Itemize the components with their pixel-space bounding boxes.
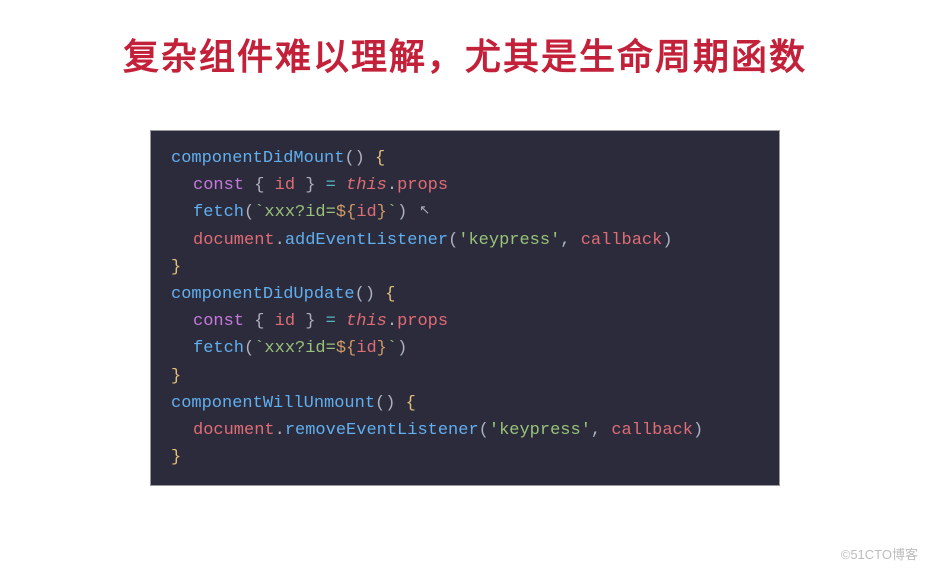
backtick: ` [387,339,397,358]
method-name: componentWillUnmount [171,394,375,413]
variable: callback [611,421,693,440]
brace: } [171,258,181,277]
code-line: const { id } = this.props [171,172,759,199]
text: } [295,312,326,331]
code-line: fetch(`xxx?id=${id}`)↖ [171,199,759,226]
brace: { [406,394,416,413]
string: 'keypress' [489,421,591,440]
comma: , [591,421,611,440]
backtick: ` [387,203,397,222]
fn-call: fetch [193,339,244,358]
code-line: } [171,254,759,281]
code-snippet: componentDidMount() { const { id } = thi… [150,130,780,486]
paren: ( [244,203,254,222]
interp: ${ [336,203,356,222]
dot: . [275,421,285,440]
property: props [397,176,448,195]
variable: id [356,203,376,222]
code-line: document.addEventListener('keypress', ca… [171,227,759,254]
paren: ) [662,231,672,250]
paren: ) [397,203,407,222]
code-line: document.removeEventListener('keypress',… [171,417,759,444]
cursor-icon: ↖ [419,203,430,218]
paren: ( [448,231,458,250]
string: xxx?id= [264,339,335,358]
code-line: componentWillUnmount() { [171,390,759,417]
text: { [244,176,275,195]
this-kw: this [346,312,387,331]
keyword: const [193,176,244,195]
brace: { [375,149,385,168]
paren: ) [693,421,703,440]
method-name: componentDidUpdate [171,285,355,304]
code-line: } [171,363,759,390]
keyword: const [193,312,244,331]
dot: . [387,176,397,195]
method: removeEventListener [285,421,479,440]
operator: = [326,312,346,331]
dot: . [387,312,397,331]
text: { [244,312,275,331]
interp: ${ [336,339,356,358]
code-line: componentDidUpdate() { [171,281,759,308]
backtick: ` [254,339,264,358]
interp: } [377,339,387,358]
string: xxx?id= [264,203,335,222]
method-name: componentDidMount [171,149,344,168]
brace: { [385,285,395,304]
variable: id [356,339,376,358]
variable: id [275,312,295,331]
method: addEventListener [285,231,448,250]
variable: id [275,176,295,195]
paren: ( [479,421,489,440]
this-kw: this [346,176,387,195]
paren: ) [397,339,407,358]
operator: = [326,176,346,195]
code-line: const { id } = this.props [171,308,759,335]
brace: } [171,367,181,386]
string: 'keypress' [458,231,560,250]
code-line: componentDidMount() { [171,145,759,172]
slide-title: 复杂组件难以理解，尤其是生命周期函数 [0,28,930,80]
dot: . [275,231,285,250]
object: document [193,231,275,250]
object: document [193,421,275,440]
code-line: } [171,444,759,471]
variable: callback [581,231,663,250]
property: props [397,312,448,331]
interp: } [377,203,387,222]
parens: () [355,285,386,304]
parens: () [344,149,375,168]
watermark: ©51CTO博客 [841,544,918,563]
code-line: fetch(`xxx?id=${id}`) [171,335,759,362]
fn-call: fetch [193,203,244,222]
parens: () [375,394,406,413]
paren: ( [244,339,254,358]
backtick: ` [254,203,264,222]
comma: , [560,231,580,250]
brace: } [171,448,181,467]
text: } [295,176,326,195]
